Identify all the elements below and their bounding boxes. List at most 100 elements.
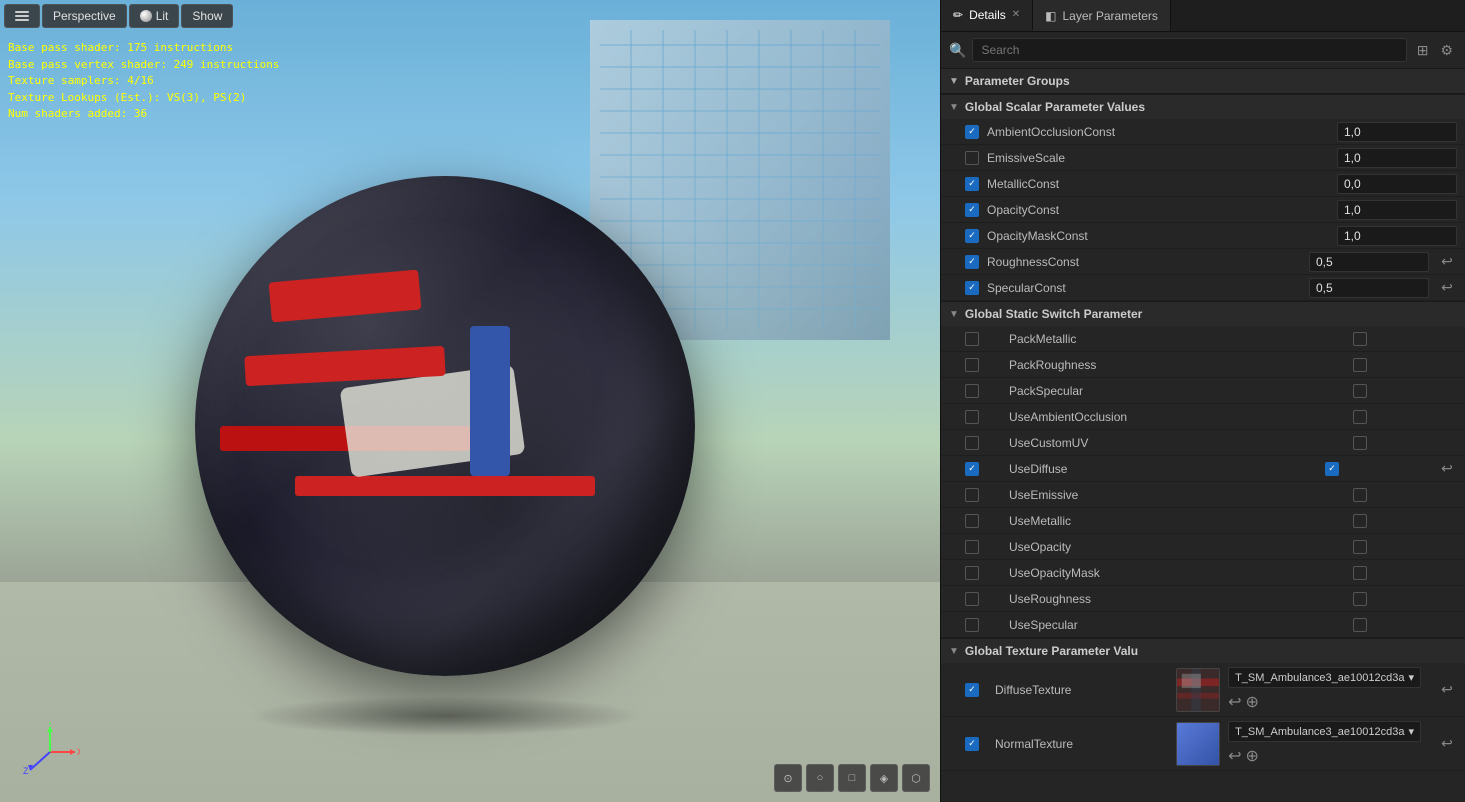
vp-btn-4[interactable]: ◈ [870, 764, 898, 792]
reset-normal-texture[interactable]: ↩ [1437, 735, 1457, 752]
lit-label: Lit [156, 9, 169, 23]
checkbox-useemissive-left[interactable] [965, 488, 979, 502]
checkbox-packmetallic-left[interactable] [965, 332, 979, 346]
tab-layer-parameters[interactable]: ◧ Layer Parameters [1033, 0, 1171, 31]
checkbox-useroughness-right[interactable] [1353, 592, 1367, 606]
hamburger-icon [15, 9, 29, 23]
vp-btn-1[interactable]: ⊙ [774, 764, 802, 792]
checkbox-usemetallic-left[interactable] [965, 514, 979, 528]
checkbox-useopacity-left[interactable] [965, 540, 979, 554]
search-bar: 🔍 ⊞ ⚙ [941, 32, 1465, 69]
checkbox-usediffuse-right[interactable] [1325, 462, 1339, 476]
reset-roughness[interactable]: ↩ [1437, 253, 1457, 270]
grid-view-icon[interactable]: ⊞ [1413, 40, 1433, 61]
switch-right-packspecular [1337, 384, 1457, 398]
param-value-roughness[interactable]: 0,5 [1309, 252, 1429, 272]
checkbox-opacitymask[interactable] [965, 229, 979, 243]
checkbox-diffuse-texture[interactable] [965, 683, 979, 697]
texture-browse-normal[interactable]: ↩ [1228, 746, 1241, 766]
vp-btn-2[interactable]: ○ [806, 764, 834, 792]
switch-name-useopacity: UseOpacity [987, 540, 1337, 554]
param-value-ambient[interactable]: 1,0 [1337, 122, 1457, 142]
switch-right-usecustomuv [1337, 436, 1457, 450]
checkbox-packmetallic-right[interactable] [1353, 332, 1367, 346]
checkbox-usediffuse-left[interactable] [965, 462, 979, 476]
lit-button[interactable]: Lit [129, 4, 180, 28]
section-parameter-groups[interactable]: ▼ Parameter Groups [941, 69, 1465, 94]
param-value-opacitymask[interactable]: 1,0 [1337, 226, 1457, 246]
checkbox-useopacitymask-left[interactable] [965, 566, 979, 580]
viewport-bottom-buttons: ⊙ ○ □ ◈ ⬡ [774, 764, 930, 792]
show-button[interactable]: Show [181, 4, 233, 28]
texture-preview-diffuse[interactable] [1176, 668, 1220, 712]
param-value-emissive[interactable]: 1,0 [1337, 148, 1457, 168]
switch-name-packspecular: PackSpecular [987, 384, 1337, 398]
svg-text:X: X [77, 747, 80, 757]
checkbox-packroughness-right[interactable] [1353, 358, 1367, 372]
show-label: Show [192, 9, 222, 23]
checkbox-usecustomuv-left[interactable] [965, 436, 979, 450]
checkbox-opacity[interactable] [965, 203, 979, 217]
tab-details[interactable]: ✏ Details ✕ [941, 0, 1033, 31]
param-name-diffuse-texture: DiffuseTexture [995, 683, 1168, 697]
checkbox-emissive[interactable] [965, 151, 979, 165]
section-global-static-switch[interactable]: ▼ Global Static Switch Parameter [941, 301, 1465, 326]
checkbox-ambient[interactable] [965, 125, 979, 139]
close-details-tab[interactable]: ✕ [1012, 9, 1020, 20]
checkbox-specular[interactable] [965, 281, 979, 295]
checkbox-usecustomuv-right[interactable] [1353, 436, 1367, 450]
tab-details-label: Details [969, 8, 1006, 22]
checkbox-packspecular-left[interactable] [965, 384, 979, 398]
checkbox-roughness[interactable] [965, 255, 979, 269]
details-icon: ✏ [953, 8, 963, 22]
checkbox-useopacitymask-right[interactable] [1353, 566, 1367, 580]
param-value-opacity[interactable]: 1,0 [1337, 200, 1457, 220]
checkbox-useopacity-right[interactable] [1353, 540, 1367, 554]
axes-widget: X Y Z [20, 722, 80, 782]
checkbox-usespecular-right[interactable] [1353, 618, 1367, 632]
reset-usediffuse[interactable]: ↩ [1437, 460, 1457, 477]
param-name-ambient: AmbientOcclusionConst [987, 125, 1337, 139]
switch-chevron: ▼ [949, 309, 959, 320]
details-scroll[interactable]: ▼ Parameter Groups ▼ Global Scalar Param… [941, 69, 1465, 802]
texture-dropdown-normal[interactable]: T_SM_Ambulance3_ae10012cd3a ▾ [1228, 721, 1421, 742]
checkbox-useemissive-right[interactable] [1353, 488, 1367, 502]
texture-section-label: Global Texture Parameter Valu [965, 644, 1138, 658]
perspective-label: Perspective [53, 9, 116, 23]
param-row-roughness: RoughnessConst 0,5 ↩ [941, 249, 1465, 275]
reset-specular[interactable]: ↩ [1437, 279, 1457, 296]
param-row-metallic: MetallicConst 0,0 [941, 171, 1465, 197]
settings-icon[interactable]: ⚙ [1436, 40, 1457, 61]
checkbox-useambient-right[interactable] [1353, 410, 1367, 424]
checkbox-packroughness-left[interactable] [965, 358, 979, 372]
viewport[interactable]: Perspective Lit Show Base pass shader: 1… [0, 0, 940, 802]
texture-info-normal: T_SM_Ambulance3_ae10012cd3a ▾ ↩ ⊕ [1228, 721, 1421, 766]
checkbox-usemetallic-right[interactable] [1353, 514, 1367, 528]
checkbox-useambient-left[interactable] [965, 410, 979, 424]
vp-btn-5[interactable]: ⬡ [902, 764, 930, 792]
checkbox-usespecular-left[interactable] [965, 618, 979, 632]
switch-name-usespecular: UseSpecular [987, 618, 1337, 632]
tab-bar: ✏ Details ✕ ◧ Layer Parameters [941, 0, 1465, 32]
texture-find-normal[interactable]: ⊕ [1245, 746, 1258, 766]
reset-diffuse-texture[interactable]: ↩ [1437, 681, 1457, 698]
checkbox-normal-texture[interactable] [965, 737, 979, 751]
switch-right-useambient [1337, 410, 1457, 424]
texture-browse-diffuse[interactable]: ↩ [1228, 692, 1241, 712]
checkbox-packspecular-right[interactable] [1353, 384, 1367, 398]
checkbox-metallic[interactable] [965, 177, 979, 191]
section-global-texture[interactable]: ▼ Global Texture Parameter Valu [941, 638, 1465, 663]
right-panel: ✏ Details ✕ ◧ Layer Parameters 🔍 ⊞ ⚙ ▼ P… [940, 0, 1465, 802]
section-global-scalar[interactable]: ▼ Global Scalar Parameter Values [941, 94, 1465, 119]
texture-dropdown-diffuse[interactable]: T_SM_Ambulance3_ae10012cd3a ▾ [1228, 667, 1421, 688]
switch-row-usemetallic: UseMetallic [941, 508, 1465, 534]
perspective-button[interactable]: Perspective [42, 4, 127, 28]
texture-preview-normal[interactable] [1176, 722, 1220, 766]
texture-find-diffuse[interactable]: ⊕ [1245, 692, 1258, 712]
param-value-specular[interactable]: 0,5 [1309, 278, 1429, 298]
search-input[interactable] [972, 38, 1406, 62]
vp-btn-3[interactable]: □ [838, 764, 866, 792]
checkbox-useroughness-left[interactable] [965, 592, 979, 606]
param-value-metallic[interactable]: 0,0 [1337, 174, 1457, 194]
menu-button[interactable] [4, 4, 40, 28]
